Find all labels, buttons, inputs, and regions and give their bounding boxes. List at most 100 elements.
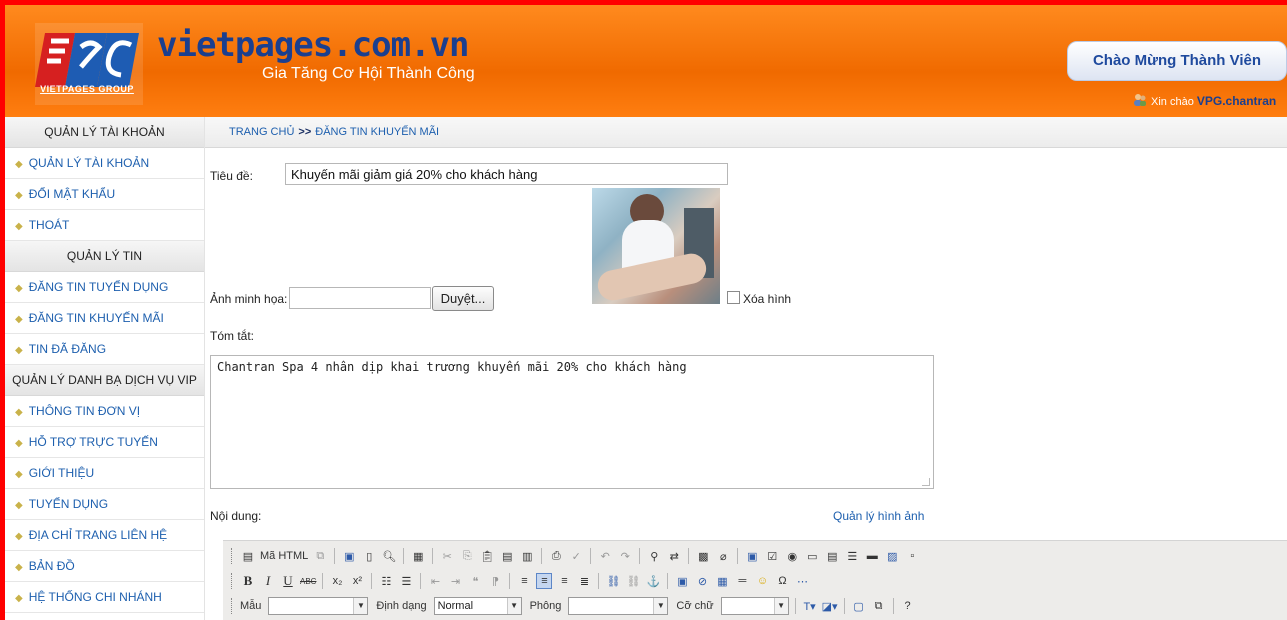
table-icon[interactable]: ▦ <box>714 573 730 589</box>
summary-text: Chantran Spa 4 nhân dịp khai trương khuy… <box>217 360 687 374</box>
remove-format-icon[interactable]: ⌀ <box>715 548 731 564</box>
sidebar: QUẢN LÝ TÀI KHOẢN ◆ QUẢN LÝ TÀI KHOẢN ◆ ĐỔ… <box>5 117 205 620</box>
html-source-button[interactable]: Mã HTML <box>260 548 308 564</box>
print-icon[interactable]: ⎙ <box>548 548 564 564</box>
checkbox-icon[interactable]: ☑ <box>764 548 780 564</box>
spellcheck-icon[interactable]: ✓ <box>568 548 584 564</box>
background-color-icon[interactable]: ◪▾ <box>822 598 838 614</box>
source-icon[interactable]: ▤ <box>240 548 256 564</box>
breadcrumb-current[interactable]: ĐĂNG TIN KHUYẾN MÃI <box>315 126 439 138</box>
style-select[interactable]: ▼ <box>268 597 369 615</box>
blockquote-icon[interactable]: ❝ <box>467 573 483 589</box>
font-select[interactable]: ▼ <box>568 597 669 615</box>
sidebar-item-post-recruitment[interactable]: ◆ ĐĂNG TIN TUYỂN DỤNG <box>5 272 204 303</box>
sidebar-item-label: GIỚI THIỆU <box>28 466 95 480</box>
button-field-icon[interactable]: ▬ <box>864 548 880 564</box>
align-right-icon[interactable]: ≡ <box>556 573 572 589</box>
site-name[interactable]: vietpages.com.vn <box>157 25 470 65</box>
flash-icon[interactable]: ⊘ <box>694 573 710 589</box>
sidebar-item-label: ĐỔI MẬT KHẨU <box>28 187 116 201</box>
chevron-down-icon: ▼ <box>506 598 521 614</box>
sidebar-section-news: QUẢN LÝ TIN <box>5 241 204 272</box>
textarea-icon[interactable]: ▤ <box>824 548 840 564</box>
superscript-icon[interactable]: x² <box>349 573 365 589</box>
delete-image-checkbox[interactable] <box>727 291 740 304</box>
new-page-icon[interactable]: ▯ <box>361 548 377 564</box>
title-input[interactable] <box>285 163 728 185</box>
sidebar-item-post-promotion[interactable]: ◆ ĐĂNG TIN KHUYẾN MÃI <box>5 303 204 334</box>
italic-button[interactable]: I <box>260 573 276 589</box>
radio-icon[interactable]: ◉ <box>784 548 800 564</box>
bulleted-list-icon[interactable]: ☰ <box>398 573 414 589</box>
summary-textarea[interactable]: Chantran Spa 4 nhân dịp khai trương khuy… <box>210 355 934 489</box>
sidebar-item-contact-address[interactable]: ◆ ĐỊA CHỈ TRANG LIÊN HỆ <box>5 520 204 551</box>
browse-button[interactable]: Duyệt... <box>432 286 494 311</box>
chevron-down-icon: ▼ <box>653 598 668 614</box>
underline-button[interactable]: U <box>280 573 296 589</box>
sidebar-section-vip-directory: QUẢN LÝ DANH BẠ DỊCH VỤ VIP <box>5 365 204 396</box>
sidebar-item-branch-system[interactable]: ◆ HỆ THỐNG CHI NHÁNH <box>5 582 204 613</box>
redo-icon[interactable]: ↷ <box>617 548 633 564</box>
strike-icon[interactable]: ABC <box>300 573 316 589</box>
form-icon[interactable]: ▣ <box>744 548 760 564</box>
find-icon[interactable]: ⚲ <box>646 548 662 564</box>
sidebar-item-change-password[interactable]: ◆ ĐỔI MẬT KHẨU <box>5 179 204 210</box>
sidebar-item-label: ĐỊA CHỈ TRANG LIÊN HỆ <box>28 528 168 542</box>
sidebar-item-recruitment[interactable]: ◆ TUYỂN DỤNG <box>5 489 204 520</box>
username[interactable]: VPG.chantran <box>1197 94 1276 108</box>
undo-icon[interactable]: ↶ <box>597 548 613 564</box>
unlink-icon[interactable]: ⛓ <box>625 573 641 589</box>
numbered-list-icon[interactable]: ☷ <box>378 573 394 589</box>
paste-text-icon[interactable]: ▤ <box>499 548 515 564</box>
outdent-icon[interactable]: ⇤ <box>427 573 443 589</box>
bold-button[interactable]: B <box>240 573 256 589</box>
show-blocks-icon[interactable]: ⧉ <box>871 598 887 614</box>
image-icon[interactable]: ▣ <box>674 573 690 589</box>
link-icon[interactable]: ⛓ <box>605 573 621 589</box>
paste-icon[interactable]: 📋︎ <box>479 548 495 564</box>
anchor-icon[interactable]: ⚓ <box>645 573 661 589</box>
sidebar-item-online-support[interactable]: ◆ HỖ TRỢ TRỰC TUYẾN <box>5 427 204 458</box>
preview-icon[interactable]: ⧉ <box>312 548 328 564</box>
align-left-icon[interactable]: ≡ <box>516 573 532 589</box>
sidebar-item-unit-info[interactable]: ◆ THÔNG TIN ĐƠN VỊ <box>5 396 204 427</box>
templates-icon[interactable]: ▦ <box>410 548 426 564</box>
image-button-icon[interactable]: ▨ <box>884 548 900 564</box>
toolbar-row-2: B I U ABC x₂ x² ☷ ☰ ⇤ ⇥ ❝ ⁋ ≡ ≡ ≡ ≣ ⛓ ⛓ … <box>231 569 810 593</box>
subscript-icon[interactable]: x₂ <box>329 573 345 589</box>
format-select[interactable]: Normal ▼ <box>433 597 522 615</box>
horizontal-rule-icon[interactable]: ═ <box>734 573 750 589</box>
sidebar-item-logout[interactable]: ◆ THOÁT <box>5 210 204 241</box>
text-field-icon[interactable]: ▭ <box>804 548 820 564</box>
copy-icon[interactable]: ⎘ <box>459 548 475 564</box>
sidebar-item-introduction[interactable]: ◆ GIỚI THIỆU <box>5 458 204 489</box>
sidebar-item-map[interactable]: ◆ BẢN ĐỒ <box>5 551 204 582</box>
div-icon[interactable]: ⁋ <box>487 573 503 589</box>
page-break-icon[interactable]: ⋯ <box>794 573 810 589</box>
resize-handle[interactable] <box>922 478 930 486</box>
about-icon[interactable]: ? <box>900 598 916 614</box>
select-all-icon[interactable]: ▩ <box>695 548 711 564</box>
save-icon[interactable]: ▣ <box>341 548 357 564</box>
size-select[interactable]: ▼ <box>720 597 789 615</box>
image-file-input[interactable] <box>289 287 431 309</box>
sidebar-item-account-management[interactable]: ◆ QUẢN LÝ TÀI KHOẢN <box>5 148 204 179</box>
cut-icon[interactable]: ✂ <box>439 548 455 564</box>
paste-word-icon[interactable]: ▥ <box>519 548 535 564</box>
align-center-icon[interactable]: ≡ <box>536 573 553 589</box>
replace-icon[interactable]: ⇄ <box>666 548 682 564</box>
text-color-icon[interactable]: T▾ <box>802 598 818 614</box>
welcome-member-button[interactable]: Chào Mừng Thành Viên <box>1067 41 1287 81</box>
image-manager-link[interactable]: Quản lý hình ảnh <box>833 509 924 523</box>
breadcrumb-home[interactable]: TRANG CHỦ <box>229 126 294 138</box>
sidebar-item-posted-news[interactable]: ◆ TIN ĐÃ ĐĂNG <box>5 334 204 365</box>
select-field-icon[interactable]: ☰ <box>844 548 860 564</box>
grip-icon <box>231 573 234 589</box>
hidden-field-icon[interactable]: ▫ <box>904 548 920 564</box>
special-char-icon[interactable]: Ω <box>774 573 790 589</box>
maximize-icon[interactable]: ▢ <box>851 598 867 614</box>
print-preview-icon[interactable]: 🔍︎ <box>381 548 397 564</box>
indent-icon[interactable]: ⇥ <box>447 573 463 589</box>
smiley-icon[interactable]: ☺ <box>754 573 770 589</box>
justify-icon[interactable]: ≣ <box>576 573 592 589</box>
